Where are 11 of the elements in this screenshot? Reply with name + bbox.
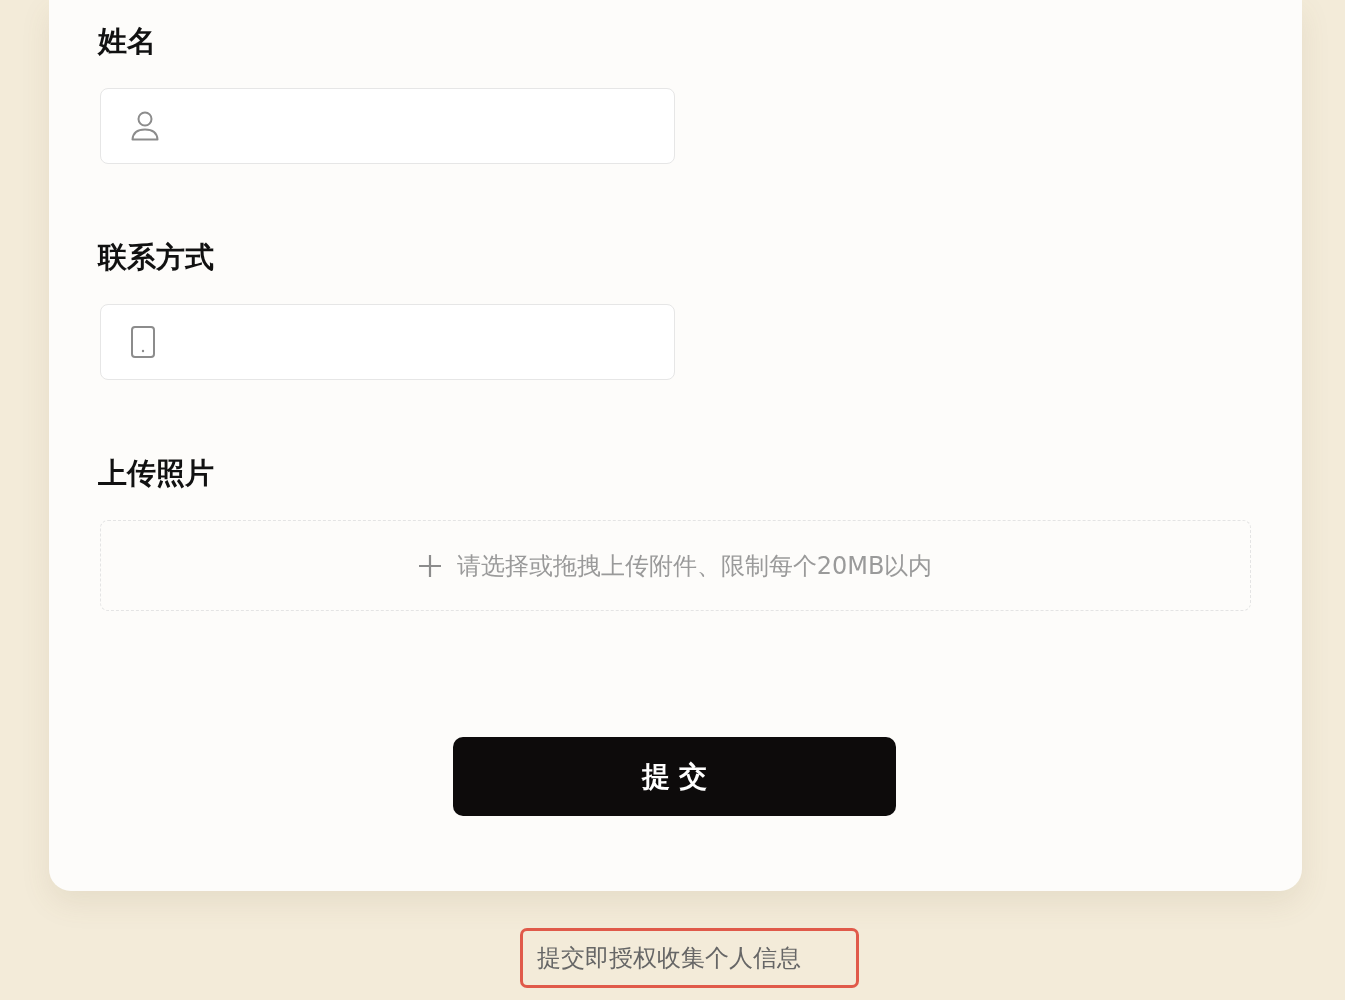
- field-label: 姓名: [98, 23, 156, 60]
- name-field[interactable]: [100, 88, 675, 164]
- consent-note: 提交即授权收集个人信息: [537, 943, 801, 974]
- phone-field[interactable]: [100, 304, 675, 380]
- field-label: 上传照片: [98, 455, 214, 492]
- upload-hint: 请选择或拖拽上传附件、限制每个20MB以内: [456, 550, 933, 582]
- field-label: 联系方式: [98, 239, 214, 276]
- person-icon: [131, 111, 159, 141]
- plus-icon: [418, 554, 441, 577]
- phone-icon: [131, 326, 155, 358]
- submit-button[interactable]: 提 交: [453, 737, 896, 816]
